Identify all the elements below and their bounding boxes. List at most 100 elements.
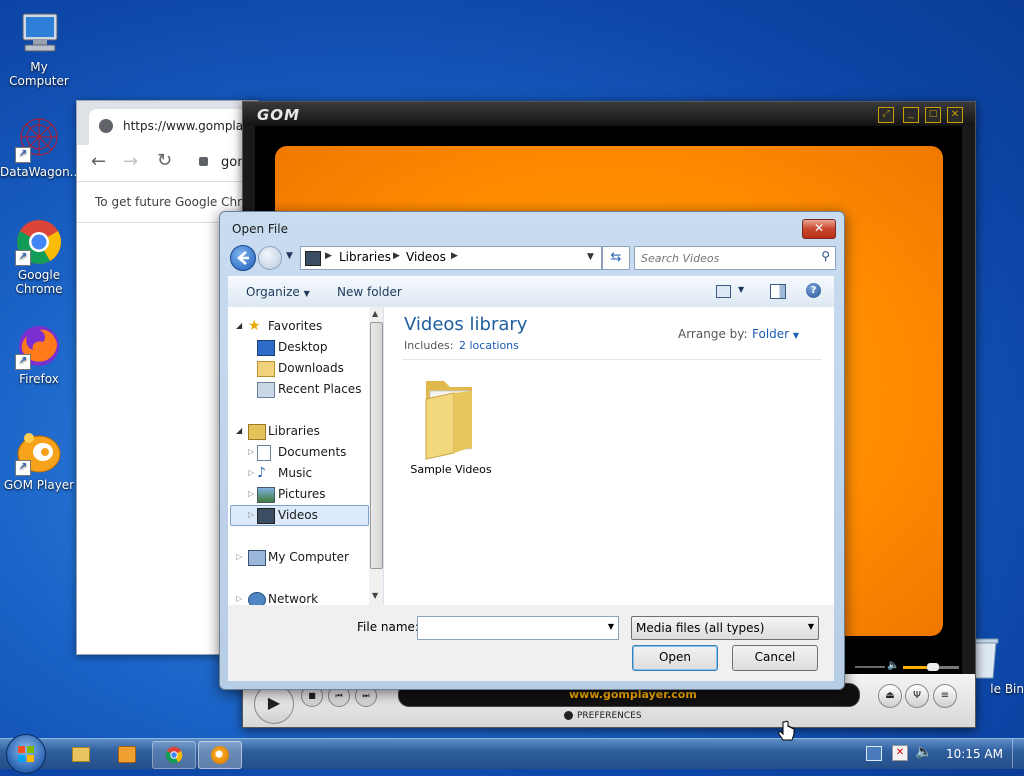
gom-close-icon[interactable]: ✕ [947,107,963,123]
forward-arrow-icon[interactable]: → [123,151,138,172]
taskbar-gom-player[interactable] [198,741,242,769]
recent-pages-dropdown-icon[interactable]: ▼ [286,251,293,261]
new-folder-button[interactable]: New folder [337,285,402,299]
library-locations-link[interactable]: 2 locations [459,339,519,352]
file-list-area[interactable]: Videos library Includes: 2 locations Arr… [384,307,834,605]
back-arrow-icon [237,251,249,265]
expand-documents-icon[interactable]: ▷ [248,447,254,456]
chrome-tab-bar: https://www.gomplayer [77,101,263,145]
expand-pictures-icon[interactable]: ▷ [248,489,254,498]
taskbar-media-player[interactable] [106,741,146,767]
desktop-icon-gom-player[interactable]: ↗ GOM Player [0,428,78,492]
arrange-by-label: Arrange by: [678,327,748,341]
reload-icon[interactable]: ↻ [157,150,172,171]
preview-pane-icon[interactable] [770,284,786,299]
gom-volume-icon[interactable]: 🔈 [887,660,899,671]
file-name-input[interactable] [421,618,595,638]
start-button[interactable] [6,734,46,774]
file-type-dropdown-icon[interactable]: ▼ [808,622,814,631]
nav-documents[interactable]: Documents [257,442,346,462]
show-desktop-button[interactable] [1012,739,1024,768]
folder-item[interactable]: Sample Videos [406,367,496,483]
gom-minimize-icon[interactable]: _ [903,107,919,123]
breadcrumb-separator-icon[interactable]: ▶ [451,251,458,261]
arrange-by-dropdown[interactable]: Folder ▼ [752,327,799,341]
nav-favorites-label: Favorites [268,319,323,333]
dialog-title: Open File [232,222,288,236]
nav-desktop[interactable]: Desktop [257,337,328,357]
nav-pictures[interactable]: Pictures [257,484,326,504]
forward-button[interactable] [258,246,282,270]
gom-preferences-link[interactable]: PREFERENCES [577,711,642,721]
playlist-button[interactable]: ≡ [933,684,957,708]
help-icon[interactable]: ? [806,283,821,298]
file-type-select[interactable]: Media files (all types) ▼ [631,616,819,640]
nav-downloads[interactable]: Downloads [257,358,344,378]
desktop-icon-firefox[interactable]: ↗ Firefox [0,322,78,386]
eject-button[interactable]: ⏏ [878,684,902,708]
breadcrumb-separator-icon[interactable]: ▶ [325,251,332,261]
search-input[interactable] [639,248,809,268]
back-button[interactable] [230,245,256,271]
shortcut-arrow-icon: ↗ [15,250,31,266]
nav-recent-places[interactable]: Recent Places [257,379,361,399]
gom-maximize-icon[interactable]: □ [925,107,941,123]
search-box[interactable]: ⚲ [634,246,836,270]
address-dropdown-icon[interactable]: ▼ [587,252,594,262]
scroll-up-icon[interactable]: ▲ [372,309,378,318]
expand-network-icon[interactable]: ▷ [236,594,242,603]
network-tray-icon[interactable] [866,746,882,761]
search-icon[interactable]: ⚲ [821,249,830,263]
dialog-close-button[interactable]: ✕ [802,219,836,239]
desktop-icon-datawagon[interactable]: ↗ DataWagon... [0,115,81,179]
control-panel-button[interactable]: Ψ [905,684,929,708]
open-file-dialog[interactable]: Open File ✕ ▼ ▶ Libraries ▶ Videos ▶ ▼ ⇆… [219,211,845,690]
expand-videos-icon[interactable]: ▷ [248,510,254,519]
taskbar-clock[interactable]: 10:15 AM [946,747,1003,761]
gom-fullscreen-icon[interactable]: ⤢ [878,107,894,123]
action-center-icon[interactable]: ✕ [892,745,908,761]
navigation-scrollbar[interactable]: ▲ ▼ [369,307,383,605]
desktop-icon-my-computer[interactable]: My Computer [0,10,78,88]
breadcrumb-libraries[interactable]: Libraries [339,250,391,264]
taskbar-chrome[interactable] [152,741,196,769]
taskbar-explorer[interactable] [60,741,100,767]
videos-library-icon [305,251,321,266]
windows-logo-icon [18,746,34,762]
address-bar[interactable]: ▶ Libraries ▶ Videos ▶ ▼ [300,246,602,270]
nav-my-computer[interactable]: My Computer [248,547,349,567]
star-icon: ★ [248,318,261,334]
volume-tray-icon[interactable]: 🔈 [915,744,932,760]
gom-volume-slider[interactable] [903,663,959,671]
folder-item-name: Sample Videos [410,463,492,476]
organize-button[interactable]: Organize ▼ [246,285,310,299]
collapse-favorites-icon[interactable]: ◢ [236,321,242,330]
view-options-dropdown-icon[interactable]: ▼ [738,285,744,294]
collapse-libraries-icon[interactable]: ◢ [236,426,242,435]
chrome-toolbar: ← → ↻ gom [77,145,257,182]
breadcrumb-videos[interactable]: Videos [406,250,446,264]
desktop-icon-google-chrome[interactable]: ↗ Google Chrome [0,218,78,296]
breadcrumb-separator-icon[interactable]: ▶ [393,251,400,261]
expand-music-icon[interactable]: ▷ [248,468,254,477]
libraries-icon [248,424,266,440]
gom-seek-bar[interactable] [855,666,885,668]
cancel-button[interactable]: Cancel [732,645,818,671]
gom-volume-thumb[interactable] [927,663,939,671]
change-view-icon[interactable] [716,285,731,298]
expand-computer-icon[interactable]: ▷ [236,552,242,561]
open-button[interactable]: Open [632,645,718,671]
nav-videos[interactable]: Videos [257,505,318,525]
file-name-combobox[interactable]: ▼ [417,616,619,640]
preferences-icon[interactable] [564,711,573,720]
nav-favorites[interactable]: ★ Favorites [248,316,322,336]
back-arrow-icon[interactable]: ← [91,151,106,172]
file-name-dropdown-icon[interactable]: ▼ [608,622,614,631]
chrome-tab[interactable]: https://www.gomplayer [89,109,263,145]
scroll-down-icon[interactable]: ▼ [372,591,378,600]
refresh-button[interactable]: ⇆ [602,246,630,270]
nav-libraries[interactable]: Libraries [248,421,320,441]
scrollbar-thumb[interactable] [370,322,383,569]
play-button[interactable]: ▶ [254,684,294,724]
nav-music[interactable]: ♪ Music [257,463,312,483]
